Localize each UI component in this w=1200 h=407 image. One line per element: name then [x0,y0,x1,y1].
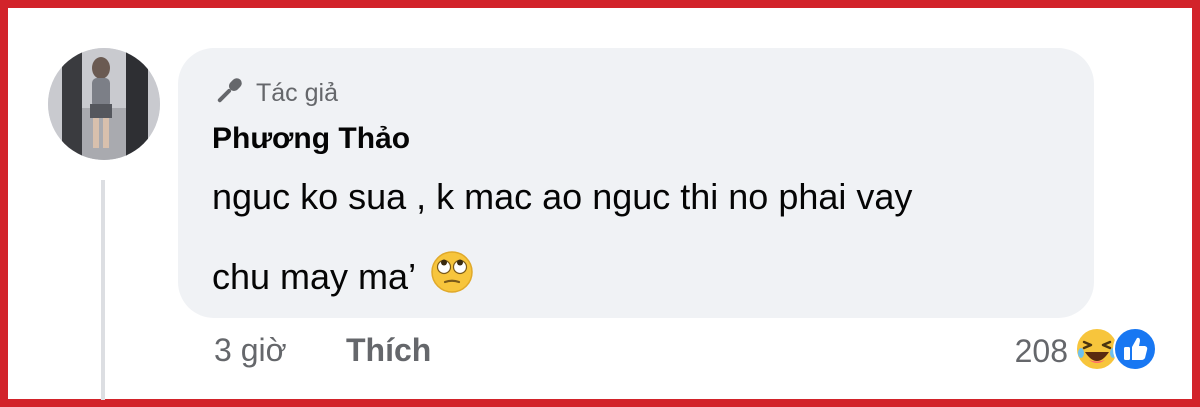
comment-timestamp[interactable]: 3 giờ [214,332,287,369]
commenter-name[interactable]: Phương Thảo [212,122,410,156]
thumbs-up-icon [1112,326,1158,377]
avatar[interactable] [48,48,160,160]
comment-text-line-2: chu may ma’ [212,255,417,297]
comment-text-line-2-row: chu may ma’ [212,250,474,303]
reaction-count: 208 [1014,333,1068,369]
comment-text-line-1: nguc ko sua , k mac ao nguc thi no phai … [212,176,913,217]
avatar-photo [48,48,160,160]
author-badge: Tác giả [212,74,338,113]
like-button[interactable]: Thích [346,332,431,369]
rolling-eyes-emoji-icon [430,250,474,303]
microphone-icon [212,74,246,113]
reactions-summary[interactable]: 208 [1015,326,1158,377]
author-badge-label: Tác giả [256,79,338,107]
thread-line [101,180,105,400]
